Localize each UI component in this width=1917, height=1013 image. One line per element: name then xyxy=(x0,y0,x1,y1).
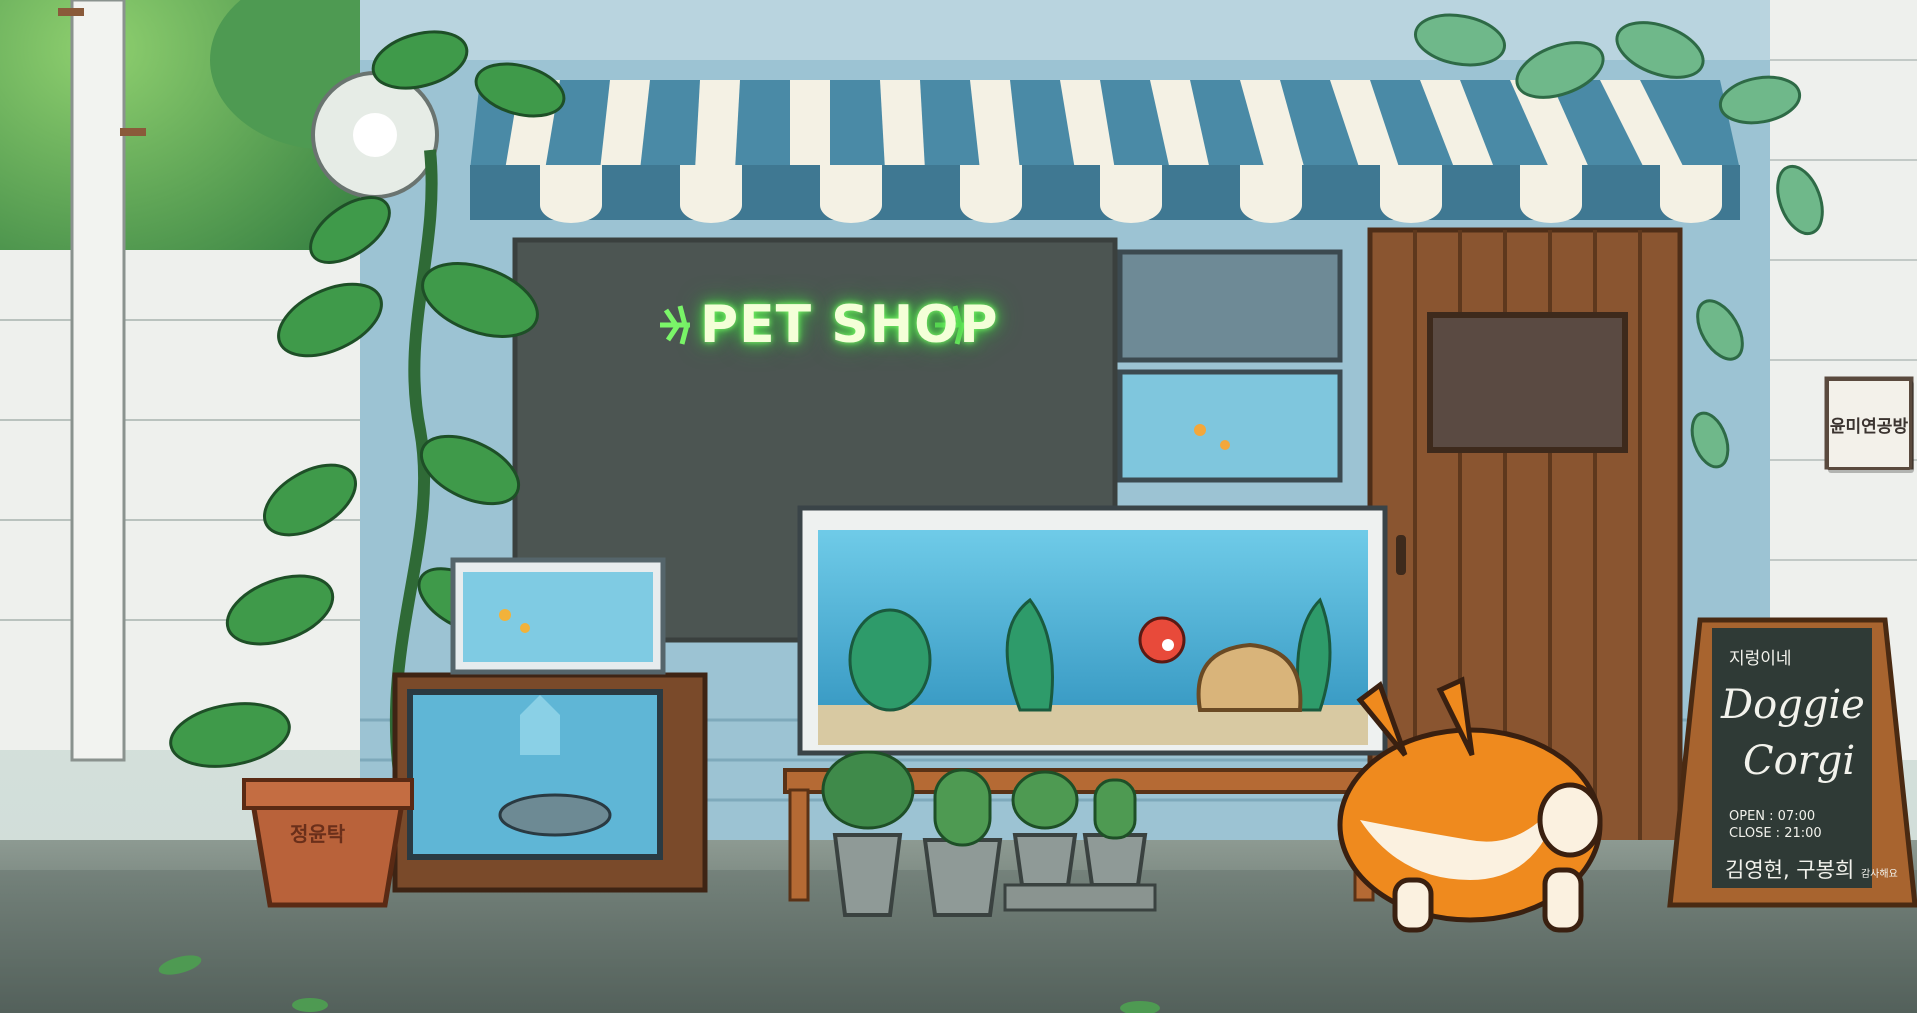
utility-pole xyxy=(70,0,126,762)
chalkboard-line-3: Corgi xyxy=(1743,738,1856,784)
chalkboard-line-2: Doggie xyxy=(1721,682,1865,728)
chalkboard-names: 김영현, 구봉희 감사해요 xyxy=(1725,854,1898,884)
wall-plaque: 윤미연공방 xyxy=(1826,378,1912,470)
chalkboard-open-hours: OPEN : 07:00 xyxy=(1729,809,1816,824)
scene-artwork xyxy=(0,0,1917,1013)
small-aquarium xyxy=(463,572,653,662)
red-fish xyxy=(1138,616,1186,664)
pot-label: 정윤탁 xyxy=(290,822,346,846)
awning-valance xyxy=(470,165,1740,223)
chalkboard-names-suffix: 감사해요 xyxy=(1860,869,1898,880)
chalkboard-names-text: 김영현, 구봉희 xyxy=(1725,858,1855,882)
wall-plaque-text: 윤미연공방 xyxy=(1829,416,1909,437)
chalkboard-text: 지렁이네 Doggie Corgi OPEN : 07:00 CLOSE : 2… xyxy=(1717,628,1898,882)
chalkboard-close-hours: CLOSE : 21:00 xyxy=(1729,826,1822,841)
turtle xyxy=(498,793,612,837)
chalkboard-line-1: 지렁이네 xyxy=(1729,649,1792,669)
pet-shop-illustration: PET SHOP 윤미연공방 정윤탁 지렁이네 Doggie Corgi OPE… xyxy=(0,0,1917,1013)
neon-sign: PET SHOP xyxy=(700,295,999,355)
